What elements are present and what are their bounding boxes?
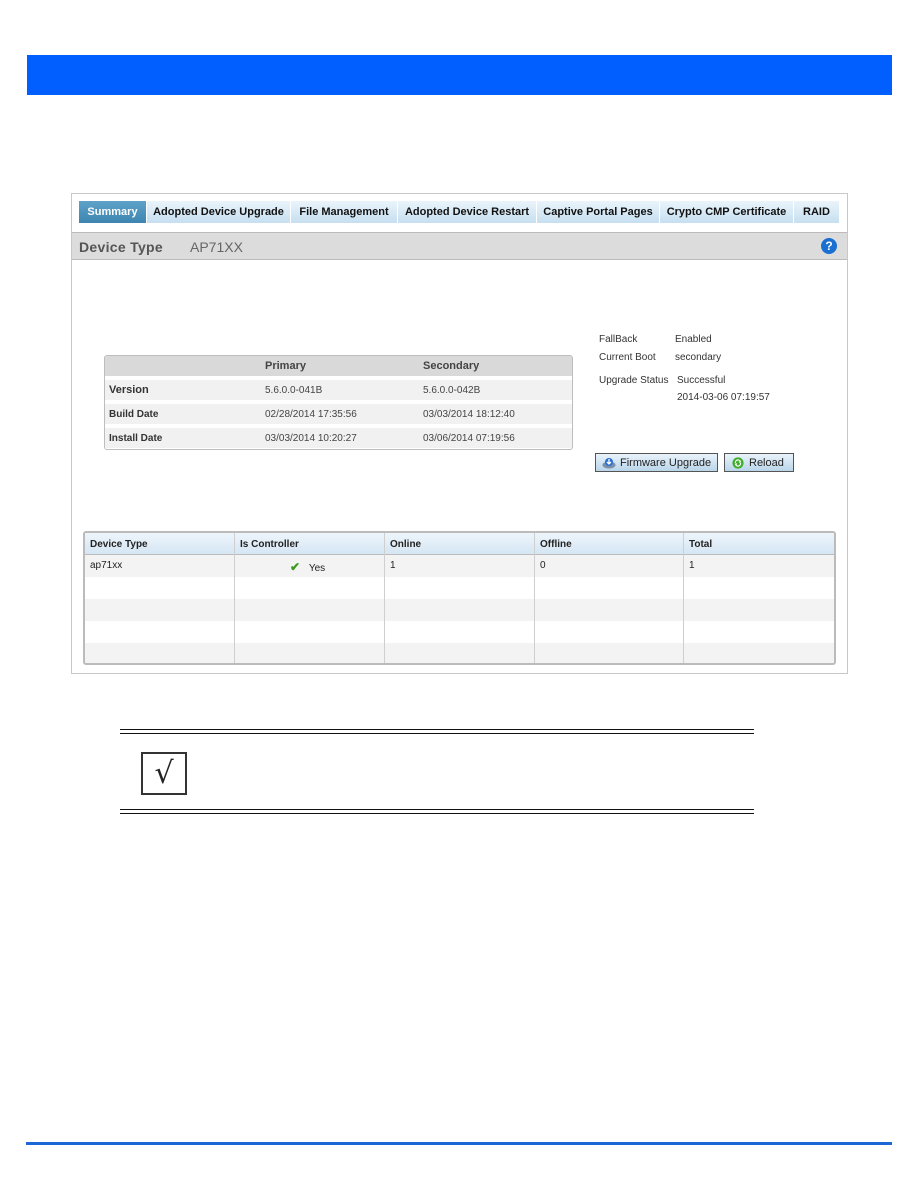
table-row: Build Date 02/28/2014 17:35:56 03/03/201… bbox=[105, 404, 572, 424]
reload-label: Reload bbox=[749, 456, 784, 469]
column-header-offline: Offline bbox=[540, 539, 572, 550]
current-boot-label: Current Boot bbox=[599, 352, 656, 363]
table-header-row: Device Type Is Controller Online Offline… bbox=[85, 533, 834, 555]
column-header-primary: Primary bbox=[265, 360, 306, 372]
offline-cell: 0 bbox=[540, 560, 546, 571]
device-type-header: Device Type AP71XX ? bbox=[72, 232, 847, 260]
secondary-build-date: 03/03/2014 18:12:40 bbox=[423, 408, 515, 420]
note-top-rule bbox=[120, 733, 754, 734]
column-divider bbox=[384, 533, 385, 663]
tab-crypto-cmp-certificate[interactable]: Crypto CMP Certificate bbox=[660, 201, 794, 223]
secondary-install-date: 03/06/2014 07:19:56 bbox=[423, 432, 515, 444]
checkmark-icon: ✔ bbox=[290, 560, 301, 574]
table-row: Install Date 03/03/2014 10:20:27 03/06/2… bbox=[105, 428, 572, 448]
column-divider bbox=[683, 533, 684, 663]
note-bottom-rule bbox=[120, 809, 754, 810]
tab-adopted-device-upgrade[interactable]: Adopted Device Upgrade bbox=[147, 201, 291, 223]
table-row[interactable]: ap71xx ✔ Yes 1 0 1 bbox=[85, 555, 834, 577]
tab-summary[interactable]: Summary bbox=[79, 201, 147, 223]
column-header-is-controller: Is Controller bbox=[240, 539, 299, 550]
device-type-value: AP71XX bbox=[190, 239, 243, 255]
firmware-upgrade-label: Firmware Upgrade bbox=[620, 456, 712, 469]
tab-bar: Summary Adopted Device Upgrade File Mana… bbox=[79, 201, 840, 223]
column-divider bbox=[534, 533, 535, 663]
upgrade-timestamp: 2014-03-06 07:19:57 bbox=[677, 392, 770, 403]
is-controller-value: Yes bbox=[308, 563, 326, 574]
tab-raid[interactable]: RAID bbox=[794, 201, 840, 223]
fallback-value: Enabled bbox=[675, 334, 712, 345]
column-header-secondary: Secondary bbox=[423, 360, 480, 372]
primary-install-date: 03/03/2014 10:20:27 bbox=[265, 432, 357, 444]
device-type-label: Device Type bbox=[79, 239, 163, 255]
note-bottom-rule bbox=[120, 813, 754, 814]
total-cell: 1 bbox=[689, 560, 695, 571]
firmware-versions-table: Primary Secondary Version 5.6.0.0-041B 5… bbox=[104, 355, 573, 450]
row-label-install-date: Install Date bbox=[109, 432, 163, 444]
row-label-build-date: Build Date bbox=[109, 408, 159, 420]
empty-row bbox=[85, 599, 834, 621]
fallback-label: FallBack bbox=[599, 334, 638, 345]
table-header-row: Primary Secondary bbox=[105, 356, 572, 376]
empty-row bbox=[85, 621, 834, 643]
empty-row bbox=[85, 577, 834, 599]
tab-adopted-device-restart[interactable]: Adopted Device Restart bbox=[398, 201, 537, 223]
empty-row bbox=[85, 643, 834, 663]
secondary-version: 5.6.0.0-042B bbox=[423, 384, 481, 396]
table-row: Version 5.6.0.0-041B 5.6.0.0-042B bbox=[105, 380, 572, 400]
checkmark-icon: √ bbox=[141, 752, 187, 795]
current-boot-value: secondary bbox=[675, 352, 722, 363]
upgrade-status-value: Successful bbox=[677, 375, 726, 386]
download-disk-icon bbox=[602, 457, 616, 468]
column-header-device-type: Device Type bbox=[90, 539, 148, 550]
online-cell: 1 bbox=[390, 560, 396, 571]
row-label-version: Version bbox=[109, 384, 149, 396]
tab-captive-portal-pages[interactable]: Captive Portal Pages bbox=[537, 201, 660, 223]
column-header-total: Total bbox=[689, 539, 713, 550]
firmware-summary-panel: Summary Adopted Device Upgrade File Mana… bbox=[71, 193, 848, 674]
is-controller-cell: ✔ Yes bbox=[290, 560, 325, 574]
primary-build-date: 02/28/2014 17:35:56 bbox=[265, 408, 357, 420]
tab-file-management[interactable]: File Management bbox=[291, 201, 398, 223]
device-type-cell: ap71xx bbox=[90, 560, 123, 571]
column-divider bbox=[234, 533, 235, 663]
device-summary-table: Device Type Is Controller Online Offline… bbox=[83, 531, 836, 665]
column-header-online: Online bbox=[390, 539, 422, 550]
page-header-bar bbox=[27, 55, 892, 95]
question-circle-icon[interactable]: ? bbox=[821, 238, 837, 254]
firmware-upgrade-button[interactable]: Firmware Upgrade bbox=[595, 453, 718, 472]
refresh-icon bbox=[732, 456, 744, 469]
reload-button[interactable]: Reload bbox=[724, 453, 794, 472]
upgrade-status-label: Upgrade Status bbox=[599, 375, 669, 386]
primary-version: 5.6.0.0-041B bbox=[265, 384, 323, 396]
note-top-rule bbox=[120, 729, 754, 730]
page-footer-rule bbox=[26, 1142, 892, 1145]
